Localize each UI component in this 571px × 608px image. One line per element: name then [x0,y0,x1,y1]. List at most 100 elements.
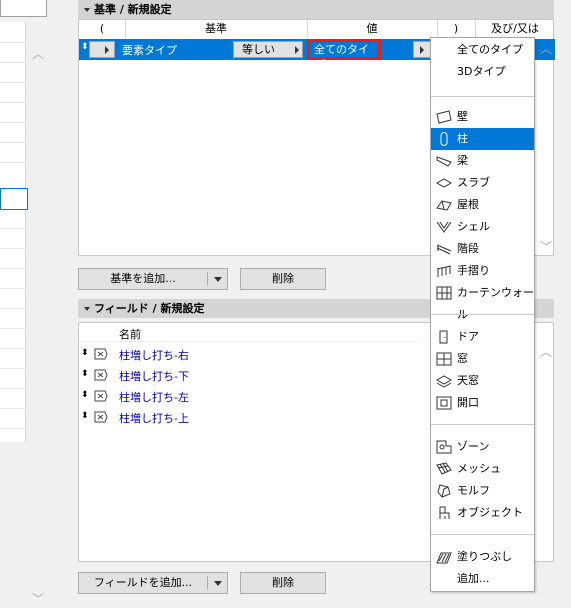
col-name: 名前 [119,328,141,341]
delete-criteria-button[interactable]: 削除 [240,268,326,290]
morph-icon [437,484,451,498]
left-list[interactable] [0,22,28,442]
field-row[interactable]: ⬍ 柱増し打ち-下 [79,365,419,385]
list-item[interactable] [0,102,26,123]
close-paren-button[interactable] [413,41,431,58]
scroll-up-icon[interactable]: ︿ [539,343,553,360]
tag-icon [93,389,109,406]
list-item[interactable] [0,122,26,143]
field-label: 柱増し打ち-下 [119,370,189,383]
beam-icon [436,156,452,167]
wall-icon [436,110,452,124]
fill-icon [436,552,452,564]
list-item[interactable] [0,268,26,289]
drag-handle-icon[interactable]: ⬍ [81,42,89,52]
menu-item-railing[interactable]: 手摺り [431,260,534,282]
collapse-icon[interactable] [84,7,90,12]
element-type-dropdown[interactable]: 全てのタイプ 3Dタイプ 壁 柱 梁 スラブ 屋根 シェル 階段 手摺り カーテ… [430,37,535,592]
shell-icon [436,221,452,233]
menu-item-door[interactable]: ドア [431,326,534,348]
open-paren-button[interactable] [89,41,115,58]
menu-item-zone[interactable]: ゾーン [431,436,534,458]
drag-handle-icon[interactable]: ⬍ [81,411,89,421]
list-item[interactable] [0,22,26,43]
scroll-down-icon[interactable]: ﹀ [31,590,45,607]
value-select[interactable]: 全てのタイプ [307,39,381,71]
list-item[interactable] [0,368,26,389]
list-item[interactable] [0,388,26,409]
collapse-icon[interactable] [84,306,90,311]
curtain-wall-icon [436,286,452,300]
col-close-paren: ) [437,20,476,38]
railing-icon [436,265,452,277]
list-item[interactable] [0,42,26,63]
field-label: 柱増し打ち-上 [119,412,189,425]
menu-item-object[interactable]: オブジェクト [431,502,534,524]
list-item[interactable] [0,308,26,329]
zone-icon [436,440,452,454]
list-item[interactable] [0,62,26,83]
opening-icon [436,396,452,410]
criterion-value[interactable]: 要素タイプ [122,42,177,58]
list-item[interactable] [0,142,26,163]
menu-separator [431,424,534,425]
field-label: 柱増し打ち-右 [119,349,189,362]
scroll-up-icon[interactable]: ︿ [539,40,553,57]
col-value: 値 [307,20,438,38]
menu-item-all-types[interactable]: 全てのタイプ [431,39,534,61]
list-item[interactable] [0,82,26,103]
menu-item-morph[interactable]: モルフ [431,480,534,502]
arrow-right-icon [105,46,109,54]
menu-item-curtain-wall[interactable]: カーテンウォール [431,282,534,321]
dropdown-arrow-icon[interactable] [214,581,222,586]
menu-item-stair[interactable]: 階段 [431,238,534,260]
col-open-paren: ( [79,20,126,38]
delete-field-button[interactable]: 削除 [240,572,326,594]
scroll-up-icon[interactable]: ︿ [31,45,45,62]
menu-item-skylight[interactable]: 天窓 [431,370,534,392]
menu-item-opening[interactable]: 開口 [431,392,534,414]
scroll-down-icon[interactable]: ﹀ [539,238,553,255]
tag-icon [93,347,109,364]
menu-item-slab[interactable]: スラブ [431,172,534,194]
menu-item-shell[interactable]: シェル [431,216,534,238]
add-criteria-button[interactable]: 基準を追加... [78,268,228,290]
criteria-header[interactable]: 基準 / 新規設定 [78,0,554,19]
field-row[interactable]: ⬍ 柱増し打ち-左 [79,386,419,406]
menu-separator [431,534,534,535]
menu-item-fill[interactable]: 塗りつぶし [431,546,534,568]
list-item[interactable] [0,408,26,429]
arrow-right-icon [295,46,299,54]
list-item[interactable] [0,328,26,349]
menu-item-wall[interactable]: 壁 [431,106,534,128]
menu-item-3d-types[interactable]: 3Dタイプ [431,61,534,83]
drag-handle-icon[interactable]: ⬍ [81,390,89,400]
list-item[interactable] [0,248,26,269]
menu-item-more[interactable]: 追加... [431,568,534,590]
left-top-field[interactable] [0,0,47,17]
drag-handle-icon[interactable]: ⬍ [81,348,89,358]
dropdown-arrow-icon[interactable] [214,277,222,282]
field-row[interactable]: ⬍ 柱増し打ち-上 [79,407,419,427]
list-item[interactable] [0,288,26,309]
menu-item-roof[interactable]: 屋根 [431,194,534,216]
menu-item-window[interactable]: 窓 [431,348,534,370]
drag-handle-icon[interactable]: ⬍ [81,369,89,379]
menu-item-beam[interactable]: 梁 [431,150,534,172]
field-row[interactable]: ⬍ 柱増し打ち-右 [79,344,419,364]
list-item[interactable] [0,208,26,229]
roof-icon [436,200,452,211]
tag-icon [93,368,109,385]
list-item[interactable] [0,228,26,249]
slab-icon [436,178,452,188]
mesh-icon [436,462,452,475]
list-item[interactable] [0,348,26,369]
add-field-button[interactable]: フィールドを追加... [78,572,228,594]
operator-select[interactable]: 等しい [233,41,303,58]
menu-item-column[interactable]: 柱 [431,128,534,150]
menu-separator [431,96,534,97]
field-label: 柱増し打ち-左 [119,391,189,404]
stair-icon [436,244,452,255]
menu-item-mesh[interactable]: メッシュ [431,458,534,480]
list-item-selected[interactable] [0,188,28,210]
